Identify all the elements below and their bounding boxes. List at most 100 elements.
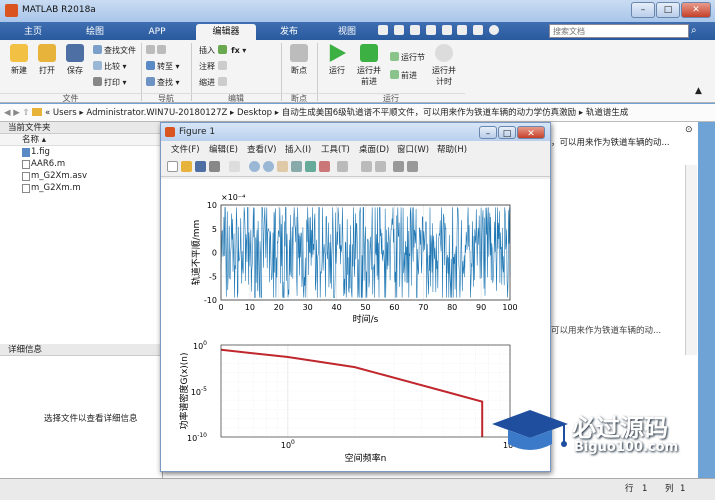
undo-icon[interactable]: [441, 25, 452, 35]
compare-button[interactable]: 比较 ▾: [93, 61, 127, 73]
menu-file[interactable]: 文件(F): [171, 143, 200, 157]
collapse-toolstrip-icon[interactable]: ▲: [695, 86, 702, 96]
comment-button[interactable]: 注释: [199, 61, 229, 73]
figure-title-bar[interactable]: Figure 1 – □ ✕: [161, 123, 550, 141]
tab-editor[interactable]: 编辑器: [196, 24, 256, 40]
run-section-button[interactable]: 运行节: [390, 52, 425, 64]
file-name: m_G2Xm.asv: [31, 171, 87, 181]
search-docs-input[interactable]: [549, 24, 689, 38]
vertical-scrollbar[interactable]: [685, 165, 697, 355]
find-files-label: 查找文件: [104, 46, 136, 55]
redo-icon[interactable]: [457, 25, 468, 35]
fx-button[interactable]: fx: [231, 46, 240, 55]
copy-icon[interactable]: [409, 25, 420, 35]
close-button[interactable]: ✕: [681, 2, 711, 18]
menu-desktop[interactable]: 桌面(D): [359, 143, 389, 157]
insert-button[interactable]: 插入 fx ▾: [199, 45, 246, 57]
menu-help[interactable]: 帮助(H): [437, 143, 467, 157]
legend-icon[interactable]: [375, 161, 386, 172]
new-figure-icon[interactable]: [167, 161, 178, 172]
tab-apps[interactable]: APP: [134, 24, 180, 40]
show-plot-tools-icon[interactable]: [407, 161, 418, 172]
file-item[interactable]: 1.fig: [0, 146, 162, 158]
row-label: 行: [625, 484, 634, 494]
x-tick-label: 80: [447, 303, 457, 312]
run-button[interactable]: 运行: [322, 44, 352, 76]
edit-plot-icon[interactable]: [229, 161, 240, 172]
help-icon[interactable]: [489, 25, 500, 35]
run-advance-button[interactable]: 运行并 前进: [353, 44, 385, 87]
path-segment[interactable]: Desktop: [237, 108, 272, 118]
nav-back-forward[interactable]: [146, 45, 168, 57]
x-tick-label: 100: [502, 303, 517, 312]
find-button[interactable]: 查找 ▾: [146, 77, 180, 89]
advance-label: 前进: [401, 71, 417, 80]
minimize-button[interactable]: –: [631, 2, 655, 18]
advance-button[interactable]: 前进: [390, 70, 417, 82]
folder-open-icon: [38, 44, 56, 62]
panel-options-icon[interactable]: ⊙: [685, 125, 693, 135]
menu-insert[interactable]: 插入(I): [285, 143, 311, 157]
figure-maximize-button[interactable]: □: [498, 126, 516, 139]
file-item[interactable]: m_G2Xm.m: [0, 182, 162, 194]
open-button[interactable]: 打开: [32, 44, 62, 76]
search-icon[interactable]: ⌕: [691, 25, 703, 37]
find-files-button[interactable]: 查找文件: [93, 45, 136, 57]
switch-windows-icon[interactable]: [473, 25, 484, 35]
nav-section-label: 导航: [141, 93, 191, 103]
figure-close-button[interactable]: ✕: [517, 126, 545, 139]
back-nav-icon[interactable]: ◀ ▶: [4, 108, 20, 118]
maximize-button[interactable]: □: [656, 2, 680, 18]
y-tick-label: -5: [209, 272, 217, 281]
run-and-time-button[interactable]: 运行并 计时: [428, 44, 460, 87]
open-file-icon[interactable]: [181, 161, 192, 172]
brush-icon[interactable]: [319, 161, 330, 172]
save-button[interactable]: 保存: [60, 44, 90, 76]
path-segment[interactable]: Users: [53, 108, 77, 118]
file-item[interactable]: m_G2Xm.asv: [0, 170, 162, 182]
file-item[interactable]: AAR6.m: [0, 158, 162, 170]
link-plot-icon[interactable]: [337, 161, 348, 172]
rotate-icon[interactable]: [291, 161, 302, 172]
run-section-label: 运行: [317, 93, 465, 103]
run-section-icon: [390, 52, 399, 61]
figure-minimize-button[interactable]: –: [479, 126, 497, 139]
tab-home[interactable]: 主页: [8, 24, 58, 40]
path-segment[interactable]: 轨道谱生成: [586, 108, 629, 118]
find-files-icon: [93, 45, 102, 54]
menu-view[interactable]: 查看(V): [247, 143, 276, 157]
menu-edit[interactable]: 编辑(E): [209, 143, 238, 157]
indent-button[interactable]: 缩进: [199, 77, 229, 89]
tab-plots[interactable]: 绘图: [70, 24, 120, 40]
tab-publish[interactable]: 发布: [266, 24, 312, 40]
goto-button[interactable]: 转至 ▾: [146, 61, 180, 73]
breakpoints-button[interactable]: 断点: [284, 44, 314, 76]
save-figure-icon[interactable]: [195, 161, 206, 172]
colorbar-icon[interactable]: [361, 161, 372, 172]
paste-icon[interactable]: [425, 25, 436, 35]
up-folder-icon[interactable]: ⇧: [22, 108, 32, 118]
editor-tab-title[interactable]: ，可以用来作为铁道车辆的动...: [551, 136, 670, 148]
new-button[interactable]: 新建: [4, 44, 34, 76]
tab-view[interactable]: 视图: [324, 24, 370, 40]
zoom-out-icon[interactable]: [263, 161, 274, 172]
hide-plot-tools-icon[interactable]: [393, 161, 404, 172]
zoom-in-icon[interactable]: [249, 161, 260, 172]
path-segment[interactable]: 自动生成美国6级轨道谱不平顺文件，可以用来作为铁道车辆的动力学仿真激励: [282, 108, 576, 118]
name-column-header[interactable]: 名称 ▴: [0, 134, 162, 146]
data-cursor-icon[interactable]: [305, 161, 316, 172]
row-value: 1: [642, 484, 648, 494]
browse-folder-icon[interactable]: [32, 108, 43, 116]
cut-icon[interactable]: [393, 25, 404, 35]
menu-window[interactable]: 窗口(W): [397, 143, 429, 157]
pan-icon[interactable]: [277, 161, 288, 172]
print-button[interactable]: 打印 ▾: [93, 77, 127, 89]
back-arrow-icon: [146, 45, 155, 54]
print-figure-icon[interactable]: [209, 161, 220, 172]
status-bar: 行 1 列 1: [0, 478, 715, 500]
save-icon[interactable]: [378, 25, 388, 35]
command-text: 可以用来作为铁道车辆的动...: [551, 326, 662, 336]
menu-tools[interactable]: 工具(T): [321, 143, 350, 157]
path-segment[interactable]: Administrator.WIN7U-20180127Z: [86, 108, 227, 118]
y-axis-label: 轨道不平顺/mm: [190, 220, 202, 286]
